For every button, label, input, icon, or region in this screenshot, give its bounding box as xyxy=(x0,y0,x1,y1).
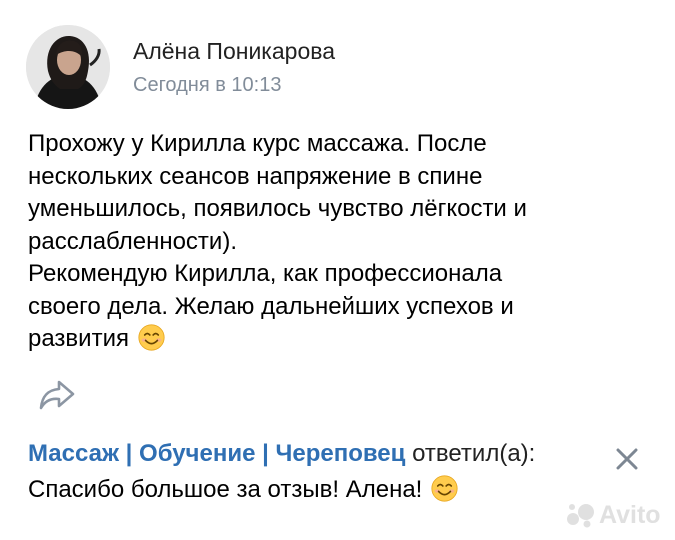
avito-logo-icon xyxy=(567,504,594,528)
post-line: нескольких сеансов напряжение в спине xyxy=(28,162,483,190)
post-line: расслабленности). xyxy=(28,227,237,255)
post-line: развития xyxy=(28,325,129,352)
post-line-last: развития xyxy=(28,323,658,356)
author-name[interactable]: Алёна Поникарова xyxy=(133,38,335,65)
post-text: Прохожу у Кирилла курс массажа. После не… xyxy=(28,128,658,356)
avatar[interactable] xyxy=(26,25,110,109)
post-line: уменьшилось, появилось чувство лёгкости … xyxy=(28,195,527,222)
smiling-face-emoji xyxy=(431,475,458,502)
reply-block: Массаж | Обучение | Череповец ответил(а)… xyxy=(28,436,608,508)
post-line: Рекомендую Кирилла, как профессионала xyxy=(28,260,503,287)
reply-text: Спасибо большое за отзыв! Алена! xyxy=(28,476,423,503)
reply-group-link[interactable]: Массаж | Обучение | Череповец xyxy=(28,440,405,467)
reply-verb: ответил(а): xyxy=(412,440,536,467)
post-line: своего дела. Желаю дальнейших успехов и xyxy=(28,292,514,320)
post-line: Прохожу у Кирилла курс массажа. После xyxy=(28,130,487,157)
avito-watermark-text: Avito xyxy=(599,500,661,529)
close-button[interactable] xyxy=(612,444,642,474)
reply-text-line: Спасибо большое за отзыв! Алена! xyxy=(28,472,608,508)
avito-watermark: Avito xyxy=(566,500,661,530)
share-button[interactable] xyxy=(38,378,76,412)
share-icon xyxy=(39,380,75,410)
reply-header: Массаж | Обучение | Череповец ответил(а)… xyxy=(28,436,608,472)
user-photo xyxy=(26,25,110,109)
close-icon xyxy=(616,448,638,470)
post-time[interactable]: Сегодня в 10:13 xyxy=(133,74,281,97)
smiling-face-emoji xyxy=(138,324,165,351)
